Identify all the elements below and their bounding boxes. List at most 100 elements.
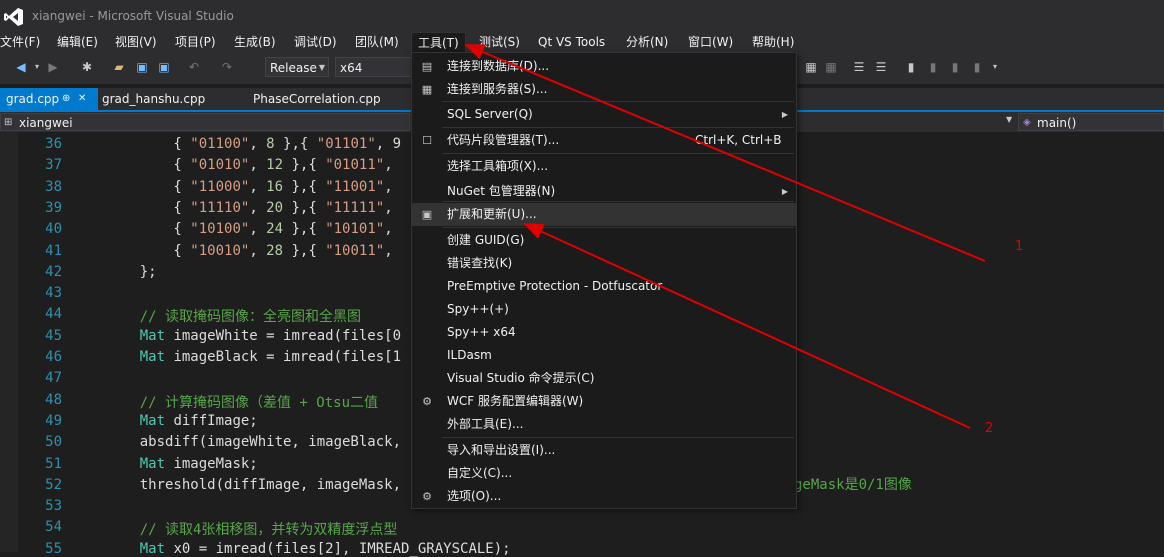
menu-item-wcf-service-config-editor[interactable]: ⚙ WCF 服务配置编辑器(W) — [412, 390, 796, 413]
menu-edit[interactable]: 编辑(E) — [51, 32, 104, 52]
menu-item-vs-command-prompt[interactable]: Visual Studio 命令提示(C) — [412, 367, 796, 390]
scope-select[interactable]: ⊞ xiangwei — [0, 113, 410, 131]
menu-item-label: 连接到服务器(S)... — [447, 82, 548, 96]
code-line: threshold(diffImage, imageMask, — [106, 477, 401, 493]
undo-icon[interactable]: ↶ — [187, 60, 201, 74]
menu-item-label: 错误查找(K) — [447, 256, 513, 270]
menu-item-external-tools[interactable]: 外部工具(E)... — [412, 413, 796, 436]
code-token: },{ — [283, 221, 326, 238]
code-token: { — [106, 199, 191, 216]
tab-label: grad_hanshu.cpp — [102, 92, 206, 106]
menu-item-create-guid[interactable]: 创建 GUID(G) — [412, 229, 796, 252]
menu-qt-vs-tools[interactable]: Qt VS Tools — [532, 32, 611, 52]
menu-item-preemptive-dotfuscator[interactable]: PreEmptive Protection - Dotfuscator — [412, 275, 796, 298]
bookmark-icon[interactable]: ▮ — [904, 60, 918, 74]
menu-item-label: NuGet 包管理器(N) — [447, 184, 556, 198]
tab-grad-cpp[interactable]: grad.cpp ⊕ ✕ — [0, 88, 98, 110]
prev-bookmark-icon[interactable]: ▮ — [926, 60, 940, 74]
menu-analyze[interactable]: 分析(N) — [620, 32, 674, 52]
code-token: "11111" — [325, 199, 385, 216]
member-select[interactable]: ◈ main() — [1018, 113, 1164, 131]
menu-project[interactable]: 项目(P) — [169, 32, 222, 52]
new-project-icon[interactable]: ✱ — [80, 60, 94, 74]
menu-file[interactable]: 文件(F) — [0, 32, 46, 52]
menu-item-spy-plus-plus-x64[interactable]: Spy++ x64 — [412, 321, 796, 344]
menu-item-label: 自定义(C)... — [447, 466, 513, 480]
menu-item-connect-database[interactable]: ▤ 连接到数据库(D)... — [412, 55, 796, 78]
code-token: "01101" — [316, 136, 376, 152]
code-line: Mat imageWhite = imread(files[0 — [106, 328, 401, 344]
comment-icon[interactable]: ▦ — [804, 60, 818, 74]
menu-help[interactable]: 帮助(H) — [746, 32, 800, 52]
tab-grad-hanshu-cpp[interactable]: grad_hanshu.cpp — [96, 88, 211, 110]
next-bookmark-icon[interactable]: ▮ — [948, 60, 962, 74]
open-folder-icon[interactable]: ▰ — [112, 60, 126, 74]
solution-configuration-select[interactable]: Release ▼ — [265, 57, 329, 77]
pin-icon[interactable]: ⊕ — [62, 88, 70, 110]
menu-item-options[interactable]: ⚙ 选项(O)... — [412, 485, 796, 508]
code-token: }; — [106, 263, 157, 280]
code-token: "11001" — [325, 178, 385, 195]
redo-icon[interactable]: ↷ — [220, 60, 234, 74]
indent-icon[interactable]: ☰ — [852, 60, 866, 74]
menu-item-nuget-package-manager[interactable]: NuGet 包管理器(N) ▶ — [412, 180, 796, 203]
code-token: 20 — [266, 199, 284, 216]
menu-item-ildasm[interactable]: ILDasm — [412, 344, 796, 367]
menu-item-label: SQL Server(Q) — [447, 107, 533, 121]
menu-window[interactable]: 窗口(W) — [682, 32, 739, 52]
code-line: { "01010", 12 },{ "01011", — [106, 157, 392, 174]
menu-test[interactable]: 测试(S) — [473, 32, 526, 52]
code-token: Mat — [106, 540, 166, 557]
back-icon[interactable]: ◀ — [14, 60, 28, 74]
menu-view[interactable]: 视图(V) — [109, 32, 163, 52]
code-line: absdiff(imageWhite, imageBlack, — [106, 434, 401, 450]
menu-item-code-snippets-manager[interactable]: ☐ 代码片段管理器(T)... Ctrl+K, Ctrl+B — [412, 129, 796, 152]
menu-separator — [442, 101, 794, 102]
solution-platform-select[interactable]: x64 — [335, 57, 413, 77]
code-token: , — [249, 199, 267, 216]
uncomment-icon[interactable]: ▦ — [824, 60, 838, 74]
line-number: 39 — [45, 199, 62, 216]
code-token: "11110" — [190, 199, 250, 216]
chevron-down-icon[interactable]: ▼ — [1006, 115, 1012, 124]
menu-item-shortcut: Ctrl+K, Ctrl+B — [695, 133, 782, 147]
save-icon[interactable]: ▣ — [135, 60, 149, 74]
code-token: Mat — [106, 327, 166, 344]
toolbar-overflow-icon[interactable]: ▾ — [988, 60, 1002, 74]
forward-icon[interactable]: ▶ — [46, 60, 60, 74]
line-number: 51 — [45, 455, 62, 472]
code-token: absdiff(imageWhite, imageBlack, — [106, 434, 402, 451]
tools-menu-dropdown: ▤ 连接到数据库(D)... ▦ 连接到服务器(S)... SQL Server(Q) ▶… — [411, 52, 797, 509]
menu-item-error-lookup[interactable]: 错误查找(K) — [412, 252, 796, 275]
code-token: },{ — [274, 136, 317, 152]
close-icon[interactable]: ✕ — [78, 88, 86, 110]
menu-item-customize[interactable]: 自定义(C)... — [412, 462, 796, 485]
menu-debug[interactable]: 调试(D) — [288, 32, 343, 52]
menu-item-label: 创建 GUID(G) — [447, 233, 525, 247]
code-token: , — [384, 199, 393, 216]
clear-bookmarks-icon[interactable]: ▮ — [970, 60, 984, 74]
save-all-icon[interactable]: ▣ — [157, 60, 171, 74]
menu-tools[interactable]: 工具(T) — [411, 32, 466, 53]
menu-item-import-export-settings[interactable]: 导入和导出设置(I)... — [412, 439, 796, 462]
project-icon: ⊞ — [4, 117, 13, 128]
code-token: },{ — [283, 178, 326, 195]
menu-item-label: Visual Studio 命令提示(C) — [447, 371, 595, 385]
outdent-icon[interactable]: ☰ — [874, 60, 888, 74]
code-token: , — [384, 242, 393, 259]
code-line: { "11000", 16 },{ "11001", — [106, 178, 392, 195]
menu-item-connect-server[interactable]: ▦ 连接到服务器(S)... — [412, 78, 796, 101]
menu-item-spy-plus-plus[interactable]: Spy++(+) — [412, 298, 796, 321]
code-token: },{ — [283, 157, 326, 174]
code-line: // 计算掩码图像（差值 + Otsu二值 — [106, 392, 378, 412]
menu-build[interactable]: 生成(B) — [228, 32, 282, 52]
menu-item-choose-toolbox-items[interactable]: 选择工具箱项(X)... — [412, 155, 796, 178]
menu-item-extensions-and-updates[interactable]: ▣ 扩展和更新(U)... — [412, 203, 796, 226]
menu-item-label: 外部工具(E)... — [447, 417, 524, 431]
code-token: // 读取4张相移图，并转为双精度浮点型 — [106, 522, 398, 539]
menu-team[interactable]: 团队(M) — [349, 32, 405, 52]
tab-phasecorrelation-cpp[interactable]: PhaseCorrelation.cpp — [247, 88, 387, 110]
back-dropdown-icon[interactable]: ▾ — [30, 60, 44, 74]
wcf-icon: ⚙ — [422, 395, 432, 408]
menu-item-sql-server[interactable]: SQL Server(Q) ▶ — [412, 103, 796, 126]
